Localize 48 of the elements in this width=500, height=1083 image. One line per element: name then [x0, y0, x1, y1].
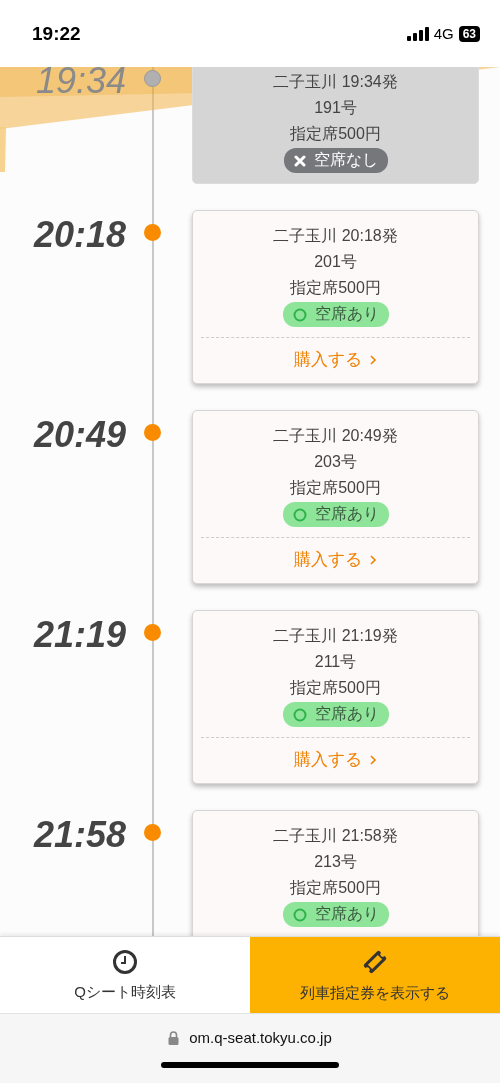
home-indicator[interactable]	[161, 1062, 339, 1068]
seat-price: 指定席500円	[290, 124, 381, 144]
departure-text: 二子玉川 21:58発	[273, 826, 398, 846]
clock-icon	[112, 949, 138, 975]
seat-status-label: 空席なし	[313, 150, 378, 170]
battery-indicator: 63	[458, 25, 480, 42]
seat-price: 指定席500円	[290, 678, 381, 698]
timeline-dot	[144, 70, 161, 87]
train-number: 211号	[314, 652, 357, 672]
network-label: 4G	[433, 25, 454, 42]
departure-text: 二子玉川 21:19発	[273, 626, 398, 646]
seat-price: 指定席500円	[290, 478, 381, 498]
timeline-dot	[144, 424, 161, 441]
train-number: 213号	[314, 852, 357, 872]
seat-price: 指定席500円	[290, 878, 381, 898]
seat-status-label: 空席あり	[314, 504, 379, 524]
departure-time: 20:18	[32, 214, 126, 256]
circle-icon	[292, 707, 307, 722]
chevron-icon	[367, 753, 378, 766]
circle-icon	[292, 307, 307, 322]
url-field[interactable]: om.q-seat.tokyu.co.jp	[168, 1029, 332, 1046]
timeline-dot	[144, 224, 161, 241]
timeline-dot	[144, 624, 161, 641]
nav-tab[interactable]: 列車指定券を表示する	[250, 937, 500, 1014]
seat-status-label: 空席あり	[314, 904, 379, 924]
circle-icon	[292, 907, 307, 922]
chevron-icon	[367, 553, 378, 566]
departure-text: 二子玉川 20:18発	[273, 226, 398, 246]
departure-time: 19:34	[34, 67, 126, 102]
train-number: 201号	[314, 252, 357, 272]
circle-icon	[292, 507, 307, 522]
departure-text: 二子玉川 20:49発	[273, 426, 398, 446]
seat-status-label: 空席あり	[314, 704, 379, 724]
lock-icon	[168, 1030, 180, 1045]
departure-time: 20:49	[32, 414, 126, 456]
seat-price: 指定席500円	[290, 278, 381, 298]
chevron-icon	[367, 353, 378, 366]
departure-time: 21:19	[32, 614, 126, 656]
status-time: 19:22	[32, 22, 81, 45]
seat-status-label: 空席あり	[314, 304, 379, 324]
departure-text: 二子玉川 19:34発	[273, 72, 398, 92]
signal-icon	[406, 26, 429, 41]
nav-tab[interactable]: Qシート時刻表	[0, 937, 250, 1014]
timeline-dot	[144, 824, 161, 841]
cross-icon	[293, 154, 306, 167]
departure-time: 21:58	[32, 814, 126, 856]
train-number: 203号	[314, 452, 357, 472]
train-number: 191号	[314, 98, 357, 118]
